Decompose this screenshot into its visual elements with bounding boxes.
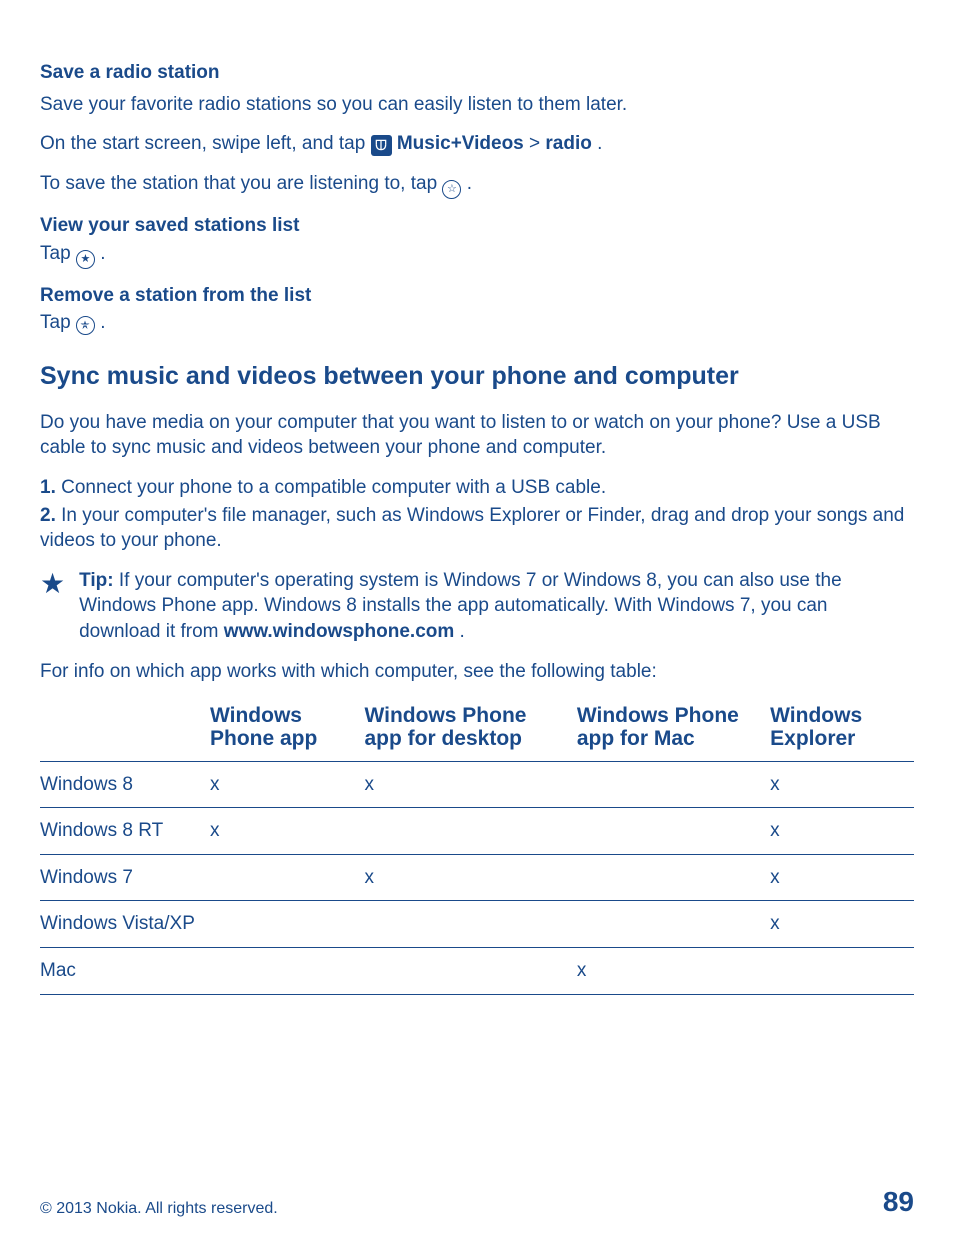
table-row: Mac x bbox=[40, 948, 914, 995]
step-2: 2. In your computer's file manager, such… bbox=[40, 503, 914, 554]
step-1: 1. Connect your phone to a compatible co… bbox=[40, 475, 914, 501]
paragraph: Tap . bbox=[40, 310, 914, 336]
table-header-cell bbox=[40, 698, 210, 761]
table-row-label: Windows 8 bbox=[40, 761, 210, 808]
text: Tap bbox=[40, 312, 76, 333]
table-cell: x bbox=[210, 808, 364, 855]
text: On the start screen, swipe left, and tap bbox=[40, 133, 371, 154]
table-cell bbox=[210, 948, 364, 995]
table-cell bbox=[364, 901, 576, 948]
table-cell: x bbox=[770, 854, 914, 901]
app-name: Music+Videos bbox=[397, 133, 524, 154]
table-cell bbox=[577, 854, 770, 901]
paragraph: To save the station that you are listeni… bbox=[40, 171, 914, 199]
table-row-label: Windows 8 RT bbox=[40, 808, 210, 855]
page-number: 89 bbox=[883, 1186, 914, 1218]
text: To save the station that you are listeni… bbox=[40, 173, 442, 194]
tip-label: Tip: bbox=[79, 570, 113, 591]
subsection-title-remove: Remove a station from the list bbox=[40, 283, 914, 309]
section-title-save-radio: Save a radio station bbox=[40, 60, 914, 86]
step-number: 1. bbox=[40, 477, 56, 498]
table-cell: x bbox=[364, 854, 576, 901]
text: . bbox=[467, 173, 472, 194]
table-cell: x bbox=[577, 948, 770, 995]
paragraph: Tap ★ . bbox=[40, 241, 914, 269]
separator: > bbox=[529, 133, 545, 154]
table-cell bbox=[577, 808, 770, 855]
page-footer: © 2013 Nokia. All rights reserved. 89 bbox=[40, 1186, 914, 1218]
star-remove-icon bbox=[76, 316, 95, 335]
table-cell: x bbox=[770, 901, 914, 948]
table-row-label: Windows Vista/XP bbox=[40, 901, 210, 948]
music-videos-icon bbox=[371, 135, 392, 156]
step-text: Connect your phone to a compatible compu… bbox=[61, 477, 606, 498]
table-header-cell: Windows Phone app for Mac bbox=[577, 698, 770, 761]
text: . bbox=[100, 243, 105, 264]
tip-text: Tip: If your computer's operating system… bbox=[79, 568, 914, 645]
table-row: Windows 8 x x x bbox=[40, 761, 914, 808]
table-header-cell: Windows Explorer bbox=[770, 698, 914, 761]
paragraph: On the start screen, swipe left, and tap… bbox=[40, 131, 914, 157]
compatibility-table: Windows Phone app Windows Phone app for … bbox=[40, 698, 914, 994]
section-heading-sync: Sync music and videos between your phone… bbox=[40, 360, 914, 394]
tip-star-icon: ★ bbox=[40, 570, 65, 598]
step-text: In your computer's file manager, such as… bbox=[40, 505, 904, 552]
radio-label: radio bbox=[545, 133, 591, 154]
table-cell bbox=[210, 854, 364, 901]
copyright: © 2013 Nokia. All rights reserved. bbox=[40, 1200, 278, 1218]
table-row: Windows 7 x x bbox=[40, 854, 914, 901]
table-cell bbox=[577, 901, 770, 948]
document-page: Save a radio station Save your favorite … bbox=[0, 0, 954, 1055]
table-row-label: Mac bbox=[40, 948, 210, 995]
text: . bbox=[460, 621, 465, 642]
table-header-cell: Windows Phone app bbox=[210, 698, 364, 761]
table-header-cell: Windows Phone app for desktop bbox=[364, 698, 576, 761]
tip-block: ★ Tip: If your computer's operating syst… bbox=[40, 568, 914, 645]
table-cell bbox=[364, 948, 576, 995]
tip-link: www.windowsphone.com bbox=[224, 621, 454, 642]
table-row-label: Windows 7 bbox=[40, 854, 210, 901]
paragraph: Save your favorite radio stations so you… bbox=[40, 92, 914, 118]
table-lead: For info on which app works with which c… bbox=[40, 659, 914, 685]
table-cell bbox=[364, 808, 576, 855]
subsection-title-view-saved: View your saved stations list bbox=[40, 213, 914, 239]
text: . bbox=[597, 133, 602, 154]
paragraph: Do you have media on your computer that … bbox=[40, 410, 914, 461]
table-row: Windows Vista/XP x bbox=[40, 901, 914, 948]
table-cell bbox=[577, 761, 770, 808]
text: . bbox=[100, 312, 105, 333]
table-cell: x bbox=[364, 761, 576, 808]
table-cell: x bbox=[210, 761, 364, 808]
table-header-row: Windows Phone app Windows Phone app for … bbox=[40, 698, 914, 761]
table-row: Windows 8 RT x x bbox=[40, 808, 914, 855]
star-outline-icon: ☆ bbox=[442, 180, 461, 199]
star-filled-icon: ★ bbox=[76, 250, 95, 269]
table-cell bbox=[770, 948, 914, 995]
step-number: 2. bbox=[40, 505, 56, 526]
table-cell: x bbox=[770, 761, 914, 808]
text: Tap bbox=[40, 243, 76, 264]
table-cell bbox=[210, 901, 364, 948]
table-cell: x bbox=[770, 808, 914, 855]
